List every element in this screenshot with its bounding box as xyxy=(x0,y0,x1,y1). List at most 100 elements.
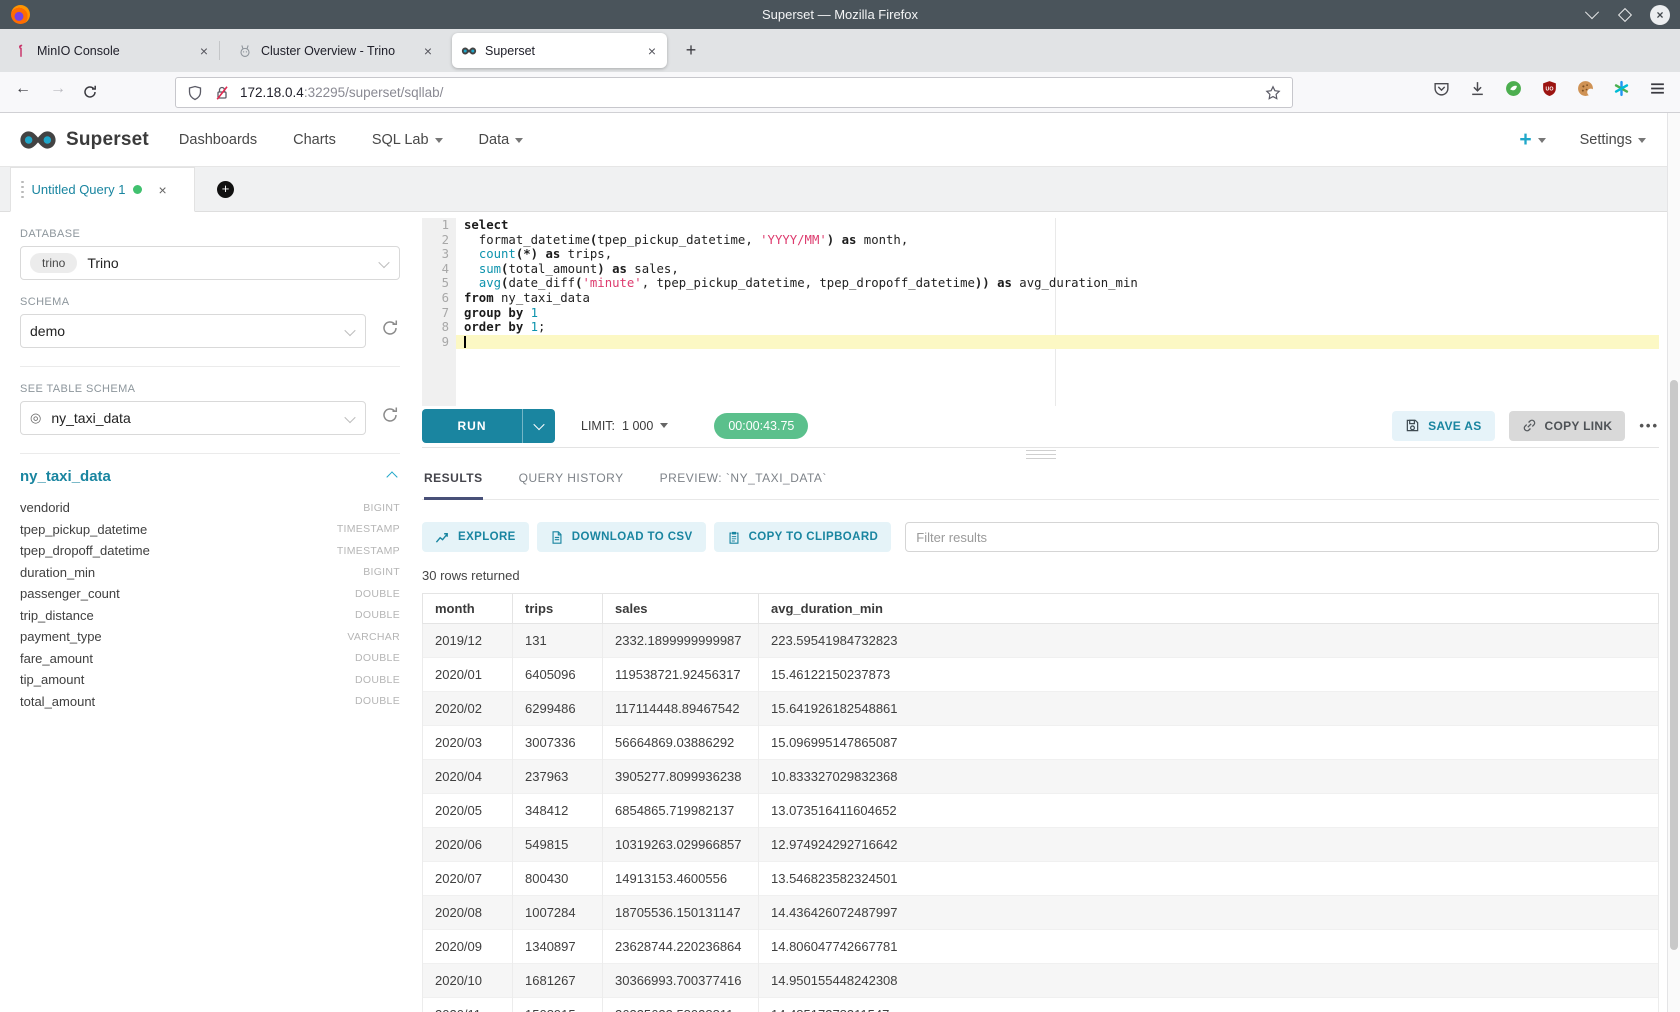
table-cell: 2020/10 xyxy=(423,964,513,998)
database-select[interactable]: trino Trino xyxy=(20,246,400,280)
superset-logo[interactable]: Superset xyxy=(18,129,149,151)
table-header-cell[interactable]: avg_duration_min xyxy=(759,594,1659,624)
table-cell: 14.806047742667781 xyxy=(759,930,1659,964)
table-header-cell[interactable]: sales xyxy=(603,594,759,624)
table-cell: 549815 xyxy=(513,828,603,862)
results-tab-preview-ny-taxi-data[interactable]: PREVIEW: `NY_TAXI_DATA` xyxy=(660,462,827,500)
browser-tab[interactable]: Superset× xyxy=(452,33,667,68)
page-scrollbar[interactable] xyxy=(1667,113,1680,1012)
save-as-button[interactable]: SAVE AS xyxy=(1392,411,1494,441)
table-column-row: tip_amountDOUBLE xyxy=(20,669,400,691)
table-columns-list: vendoridBIGINTtpep_pickup_datetimeTIMEST… xyxy=(20,497,400,712)
table-cell: 15.641926182548861 xyxy=(759,692,1659,726)
sqllab-sidebar: DATABASE trino Trino SCHEMA demo SEE TAB… xyxy=(0,212,420,1012)
settings-menu[interactable]: Settings xyxy=(1580,132,1646,148)
results-tab-query-history[interactable]: QUERY HISTORY xyxy=(519,462,624,500)
pane-resize-handle[interactable] xyxy=(422,448,1659,460)
tab-close-icon[interactable]: × xyxy=(198,43,210,59)
table-select[interactable]: ◎ ny_taxi_data xyxy=(20,401,366,435)
asterisk-icon[interactable] xyxy=(1612,79,1630,97)
code-line: format_datetime(tpep_pickup_datetime, 'Y… xyxy=(456,233,1659,248)
bookmark-star-icon[interactable] xyxy=(1264,84,1282,102)
table-cell: 2020/01 xyxy=(423,658,513,692)
run-query-button[interactable]: RUN xyxy=(422,409,555,443)
copy-link-button[interactable]: COPY LINK xyxy=(1509,411,1626,441)
pocket-icon[interactable] xyxy=(1432,79,1450,97)
refresh-schema-icon[interactable] xyxy=(380,318,400,338)
menu-icon[interactable] xyxy=(1648,79,1666,97)
superset-navbar: Superset Dashboards Charts SQL Lab Data + S… xyxy=(0,113,1680,167)
url-text[interactable]: 172.18.0.4:32295/superset/sqllab/ xyxy=(240,85,1255,100)
nav-item-dashboards[interactable]: Dashboards xyxy=(179,132,257,148)
table-row: 2020/10168126730366993.70037741614.95015… xyxy=(423,964,1659,998)
table-cell: 2020/09 xyxy=(423,930,513,964)
limit-dropdown[interactable]: LIMIT: 1 000 xyxy=(581,419,668,433)
tab-close-icon[interactable]: × xyxy=(646,43,658,59)
run-options-caret[interactable] xyxy=(522,409,555,443)
table-header-cell[interactable]: month xyxy=(423,594,513,624)
more-options-button[interactable]: ••• xyxy=(1639,418,1659,433)
window-close-button[interactable]: × xyxy=(1650,5,1670,25)
nav-item-sql-lab[interactable]: SQL Lab xyxy=(372,132,443,148)
chevron-down-icon xyxy=(1638,138,1646,143)
nav-item-charts[interactable]: Charts xyxy=(293,132,336,148)
table-cell: 3905277.8099936238 xyxy=(603,760,759,794)
table-row: 2020/0780043014913153.460055613.54682358… xyxy=(423,862,1659,896)
table-header-cell[interactable]: trips xyxy=(513,594,603,624)
table-cell: 2020/08 xyxy=(423,896,513,930)
ublock-icon[interactable]: UO xyxy=(1540,79,1558,97)
column-type: DOUBLE xyxy=(355,588,400,600)
caret-down-icon xyxy=(435,138,443,143)
column-name: vendorid xyxy=(20,500,70,515)
window-maximize-button[interactable] xyxy=(1617,7,1633,23)
browser-tab-title: Cluster Overview - Trino xyxy=(261,44,414,58)
brand-name: Superset xyxy=(66,129,149,151)
url-bar[interactable]: 172.18.0.4:32295/superset/sqllab/ xyxy=(175,77,1293,108)
cookie-icon[interactable] xyxy=(1576,79,1594,97)
refresh-table-icon[interactable] xyxy=(380,405,400,425)
table-row: 2020/03300733656664869.0388629215.096995… xyxy=(423,726,1659,760)
back-button[interactable]: ← xyxy=(10,80,36,98)
download-csv-button[interactable]: DOWNLOAD TO CSV xyxy=(537,522,706,552)
browser-tab[interactable]: MinIO Console× xyxy=(4,33,219,68)
sql-code-editor[interactable]: 123456789 select format_datetime(tpep_pi… xyxy=(422,218,1659,406)
query-tab-close-icon[interactable]: × xyxy=(158,182,166,198)
sql-editor-pane: 123456789 select format_datetime(tpep_pi… xyxy=(420,212,1680,1012)
table-cell: 131 xyxy=(513,624,603,658)
filter-results-input[interactable] xyxy=(905,522,1659,552)
query-tab[interactable]: Untitled Query 1 × xyxy=(10,167,195,212)
schema-select[interactable]: demo xyxy=(20,314,366,348)
save-icon xyxy=(1405,418,1420,433)
table-cell: 2020/04 xyxy=(423,760,513,794)
forward-button[interactable]: → xyxy=(45,80,71,98)
query-timer-badge: 00:00:43.75 xyxy=(714,413,808,439)
window-minimize-button[interactable] xyxy=(1584,7,1600,23)
table-cell: 14.950155448242308 xyxy=(759,964,1659,998)
results-tab-results[interactable]: RESULTS xyxy=(424,462,483,500)
new-tab-button[interactable]: + xyxy=(676,33,706,68)
explore-button[interactable]: EXPLORE xyxy=(422,522,529,552)
browser-tab[interactable]: Cluster Overview - Trino × xyxy=(228,33,443,68)
browser-toolbar: ← → 172.18.0.4:32295/superset/sqllab/ UO xyxy=(0,72,1680,113)
table-schema-label: SEE TABLE SCHEMA xyxy=(20,383,400,395)
table-row: 2020/11150891526335623.5802881114.485173… xyxy=(423,998,1659,1012)
trino-icon xyxy=(237,43,253,59)
table-cell: 15.46122150237873 xyxy=(759,658,1659,692)
tracking-shield-icon[interactable] xyxy=(186,84,204,102)
column-name: payment_type xyxy=(20,629,102,644)
tab-close-icon[interactable]: × xyxy=(422,43,434,59)
reload-button[interactable] xyxy=(82,84,98,100)
download-icon[interactable] xyxy=(1468,79,1486,97)
column-type: TIMESTAMP xyxy=(337,545,400,557)
extension-green-icon[interactable] xyxy=(1504,79,1522,97)
table-cell: 2020/07 xyxy=(423,862,513,896)
insecure-lock-icon[interactable] xyxy=(213,84,231,102)
nav-item-data[interactable]: Data xyxy=(479,132,524,148)
line-number: 1 xyxy=(422,218,449,233)
table-cell: 3007336 xyxy=(513,726,603,760)
add-query-tab-button[interactable]: + xyxy=(217,181,234,198)
scrollbar-thumb[interactable] xyxy=(1670,380,1678,950)
collapse-chevron-icon[interactable] xyxy=(386,471,397,482)
new-object-button[interactable]: + xyxy=(1519,129,1545,150)
copy-clipboard-button[interactable]: COPY TO CLIPBOARD xyxy=(714,522,892,552)
